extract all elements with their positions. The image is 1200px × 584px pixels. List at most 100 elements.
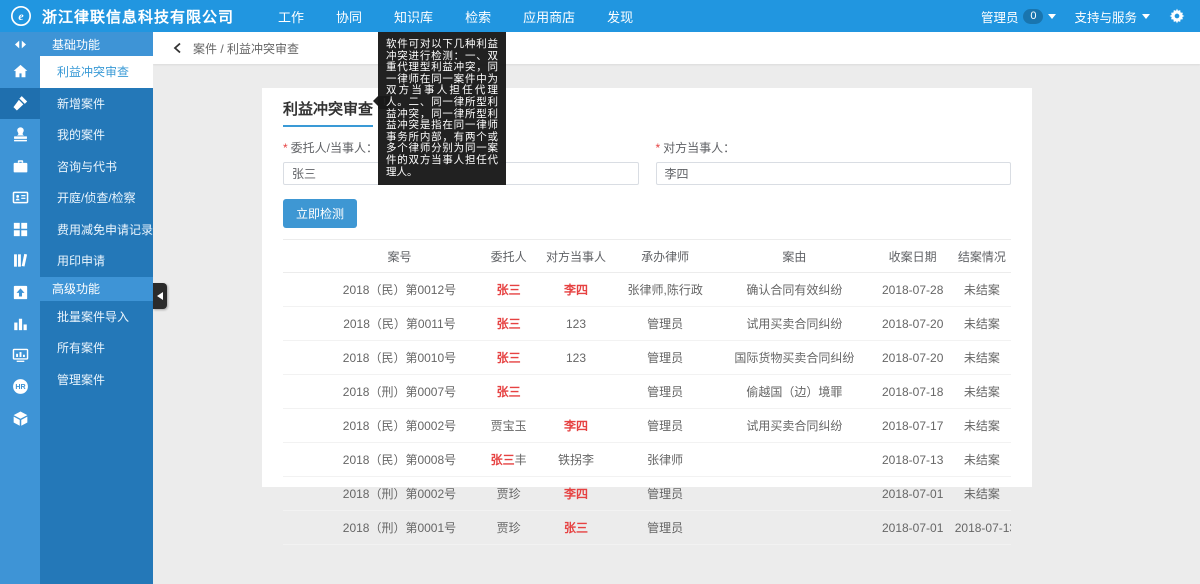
tooltip-arrow-icon [373,96,378,106]
cell-client: 张三 [480,307,538,341]
cell-text: 张律师 [647,453,683,467]
sidebar-icon-rail: HR [0,32,40,584]
sidebar-item-1-0[interactable]: 批量案件导入 [40,301,153,333]
cell-text: 2018-07-01 [882,487,943,501]
stamp-icon[interactable] [0,119,40,151]
table-row[interactable]: 2018（刑）第0007号张三管理员偷越国（边）境罪2018-07-18未结案 [283,375,1011,409]
collapse-arrows-icon[interactable] [0,32,40,56]
cell-close-status: 未结案 [953,409,1011,443]
cell-accept-date: 2018-07-01 [873,511,953,545]
breadcrumb-bar: 案件 / 利益冲突审查 [153,32,1200,64]
cell-text: 试用买卖合同纠纷 [746,317,842,331]
cell-text: 2018-07-20 [882,317,943,331]
presentation-icon[interactable] [0,340,40,372]
cell-case-no: 2018（刑）第0002号 [319,477,479,511]
table-row[interactable]: 2018（民）第0010号张三123管理员国际货物买卖合同纠纷2018-07-2… [283,341,1011,375]
cell-text: 123 [566,351,586,365]
cell-text: 试用买卖合同纠纷 [746,419,842,433]
sidebar-item-0-6[interactable]: 用印申请 [40,245,153,277]
cell-opposing-party: 123 [538,307,614,341]
menu-section-header-1[interactable]: 高级功能 [40,277,153,301]
upload-box-icon[interactable] [0,277,40,309]
cell-text: 2018（民）第0002号 [343,419,456,433]
svg-text:HR: HR [15,383,25,391]
cell-close-status: 未结案 [953,375,1011,409]
col-header-client: 委托人 [480,240,538,273]
gear-icon[interactable] [1168,7,1186,25]
top-nav-item-4[interactable]: 应用商店 [507,0,591,32]
cell-text: 贾珍 [497,521,521,535]
cell-text: 2018-07-13 [882,453,943,467]
sidebar-collapse-handle[interactable] [153,283,167,309]
cell-accept-date: 2018-07-28 [873,273,953,307]
top-nav-item-5[interactable]: 发现 [591,0,649,32]
sidebar-item-0-5[interactable]: 费用减免申请记录 [40,214,153,246]
breadcrumb[interactable]: 案件 / 利益冲突审查 [193,40,299,57]
check-now-button[interactable]: 立即检测 [283,199,357,228]
col-header-opposing-party: 对方当事人 [538,240,614,273]
sidebar-item-0-1[interactable]: 新增案件 [40,88,153,120]
books-icon[interactable] [0,245,40,277]
cell-client: 张三 [480,375,538,409]
top-nav: 工作协同知识库检索应用商店发现 [262,0,649,32]
cell-close-status: 未结案 [953,307,1011,341]
user-menu[interactable]: 管理员 0 [981,7,1057,26]
tab-conflict-review[interactable]: 利益冲突审查 [283,98,373,127]
top-nav-item-0[interactable]: 工作 [262,0,320,32]
table-row[interactable]: 2018（刑）第0002号贾珍李四管理员2018-07-01未结案 [283,477,1011,511]
cell-text: 2018-07-17 [882,419,943,433]
sidebar-item-1-2[interactable]: 管理案件 [40,364,153,396]
opposing-input[interactable] [656,162,1012,185]
briefcase-icon[interactable] [0,151,40,183]
hr-icon[interactable]: HR [0,371,40,403]
cell-text: 国际货物买卖合同纠纷 [734,351,854,365]
gavel-icon[interactable] [0,88,40,120]
sidebar-item-1-1[interactable]: 所有案件 [40,332,153,364]
cell-text: 管理员 [647,317,683,331]
chevron-left-icon [157,292,163,300]
tooltip-text: 软件可对以下几种利益冲突进行检测：一、双重代理型利益冲突，同一律师在同一案件中为… [386,38,498,178]
sidebar-item-0-4[interactable]: 开庭/侦查/检察 [40,182,153,214]
col-header-lawyer: 承办律师 [614,240,716,273]
table-row[interactable]: 2018（民）第0002号贾宝玉李四管理员试用买卖合同纠纷2018-07-17未… [283,409,1011,443]
topbar: e 浙江律联信息科技有限公司 工作协同知识库检索应用商店发现 管理员 0 支持与… [0,0,1200,32]
cell-text: 123 [566,317,586,331]
cell-cause: 确认合同有效纠纷 [716,273,873,307]
back-chevron-icon[interactable] [171,41,185,55]
table-header-row: 案号委托人对方当事人承办律师案由收案日期结案情况 [283,240,1011,273]
top-nav-item-2[interactable]: 知识库 [378,0,449,32]
cell-lawyer: 张律师 [614,443,716,477]
cell-opposing-party: 李四 [538,477,614,511]
app-logo-icon[interactable]: e [10,5,32,27]
conflict-highlight: 李四 [564,487,588,501]
bar-chart-icon[interactable] [0,308,40,340]
cell-lawyer: 管理员 [614,511,716,545]
cell-text: 2018-07-13 [955,521,1011,535]
table-row[interactable]: 2018（刑）第0001号贾珍张三管理员2018-07-012018-07-13 [283,511,1011,545]
sidebar-item-0-3[interactable]: 咨询与代书 [40,151,153,183]
table-row[interactable]: 2018（民）第0011号 张三 123 管理员 试用买卖合同纠纷 2018-07-20 未… [283,307,1011,341]
cell-text: 2018（民）第0011号 [343,317,456,331]
top-nav-item-1[interactable]: 协同 [320,0,378,32]
sidebar-item-0-2[interactable]: 我的案件 [40,119,153,151]
cell-cause [716,511,873,545]
table-row[interactable]: 2018（民）第0012号张三李四张律师,陈行政确认合同有效纠纷2018-07-… [283,273,1011,307]
cell-client: 贾珍 [480,511,538,545]
cell-text: 丰 [515,453,527,467]
menu-section-header-0[interactable]: 基础功能 [40,32,153,56]
conflict-highlight: 张三 [491,453,515,467]
sidebar-item-0-0[interactable]: 利益冲突审查 [40,56,153,88]
cell-client: 贾宝玉 [480,409,538,443]
cube-icon[interactable] [0,403,40,435]
table-row[interactable]: 2018（民）第0008号张三丰铁拐李张律师2018-07-13未结案 [283,443,1011,477]
chevron-down-icon [1142,14,1150,19]
conflict-highlight: 张三 [497,351,521,365]
top-nav-item-3[interactable]: 检索 [449,0,507,32]
cell-text: 2018（刑）第0002号 [343,487,456,501]
id-card-icon[interactable] [0,182,40,214]
cell-opposing-party: 李四 [538,273,614,307]
grid-icon[interactable] [0,214,40,246]
home-icon[interactable] [0,56,40,88]
cell-text: 管理员 [647,419,683,433]
support-menu[interactable]: 支持与服务 [1074,7,1150,26]
